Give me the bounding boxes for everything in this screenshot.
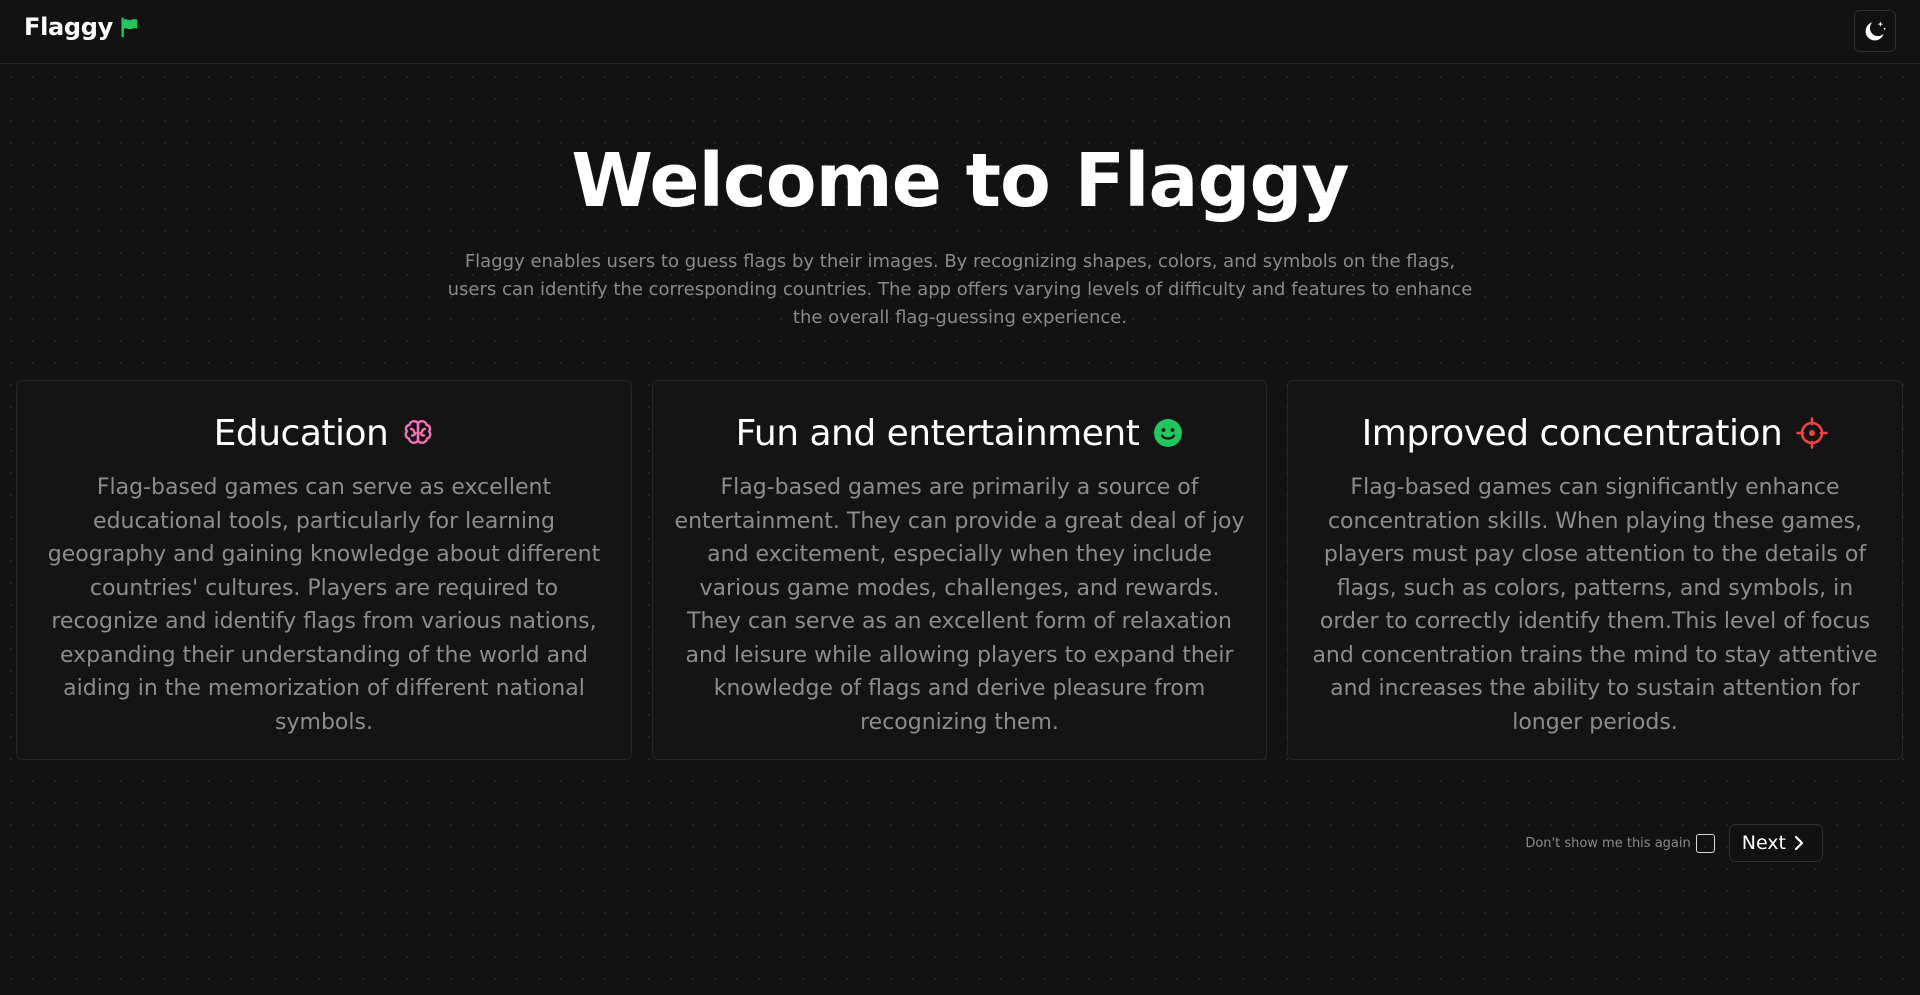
moon-icon bbox=[1865, 21, 1887, 41]
feature-card-fun: Fun and entertainment Flag-based games a… bbox=[652, 380, 1267, 760]
card-title: Education bbox=[213, 412, 389, 454]
card-body: Flag-based games can serve as excellent … bbox=[47, 475, 601, 735]
chevron-right-icon bbox=[1794, 835, 1804, 851]
smile-icon bbox=[1154, 419, 1183, 447]
next-button-label: Next bbox=[1741, 832, 1786, 854]
feature-card-education: Education Flag-based games can serve as … bbox=[16, 380, 632, 760]
welcome-footer: Don't show me this again Next bbox=[1525, 824, 1823, 862]
brain-icon bbox=[404, 420, 432, 444]
flag-icon bbox=[121, 17, 138, 38]
card-title: Fun and entertainment bbox=[735, 412, 1140, 454]
card-body: Flag-based games are primarily a source … bbox=[674, 475, 1245, 735]
feature-card-concentration: Improved concentration Flag-based games … bbox=[1287, 380, 1903, 760]
dont-show-again-option[interactable]: Don't show me this again bbox=[1525, 833, 1715, 853]
next-button[interactable]: Next bbox=[1728, 824, 1823, 862]
app-name: Flaggy bbox=[24, 13, 114, 41]
theme-toggle-button[interactable] bbox=[1854, 10, 1896, 52]
card-title: Improved concentration bbox=[1361, 412, 1783, 454]
welcome-title: Welcome to Flaggy bbox=[571, 138, 1349, 224]
dont-show-again-checkbox[interactable] bbox=[1695, 833, 1715, 853]
dont-show-again-label: Don't show me this again bbox=[1525, 835, 1691, 851]
app-logo[interactable]: Flaggy bbox=[24, 13, 141, 41]
card-body: Flag-based games can significantly enhan… bbox=[1312, 475, 1878, 735]
welcome-description: Flaggy enables users to guess flags by t… bbox=[447, 251, 1473, 328]
top-bar: Flaggy bbox=[0, 0, 1920, 64]
target-icon bbox=[1796, 417, 1829, 449]
